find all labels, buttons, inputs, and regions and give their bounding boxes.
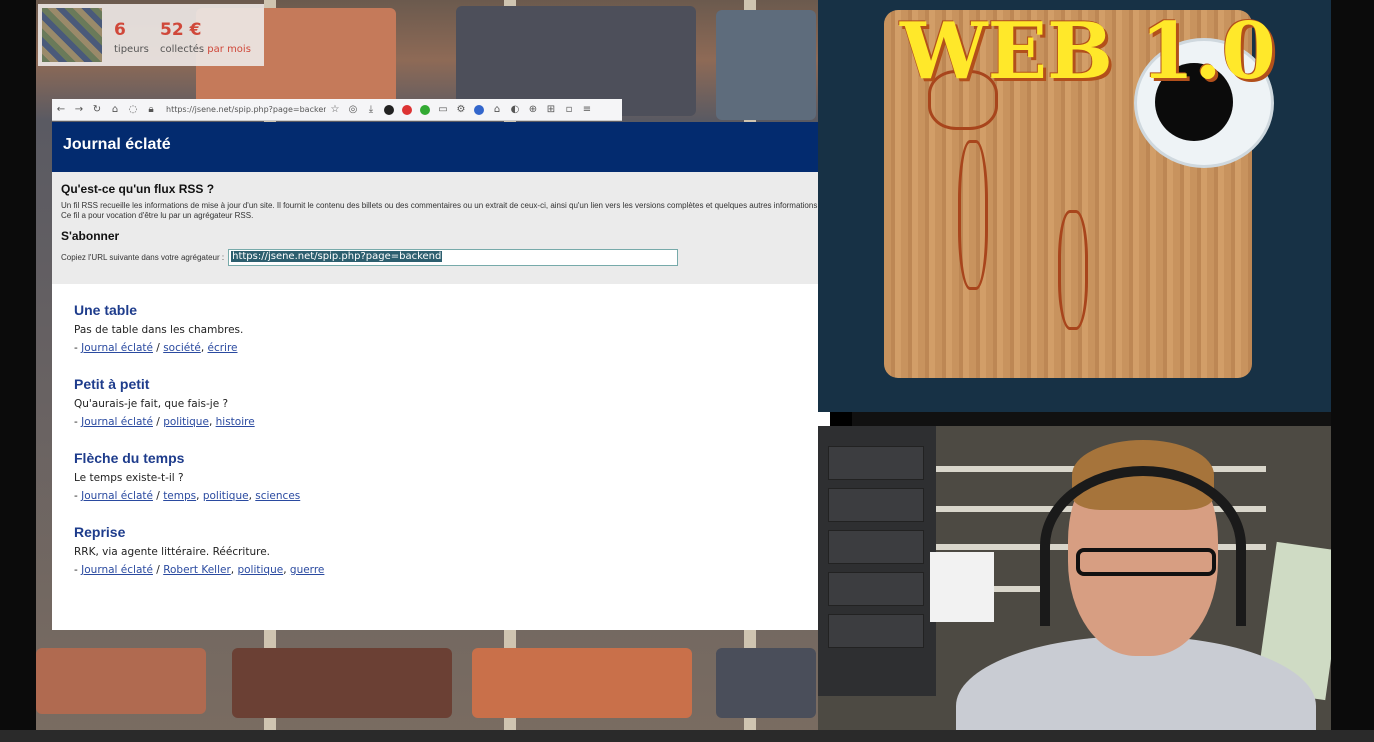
browser-toolbar: ← → ↻ ⌂ ◌ 🔒︎ https://jsene.net/spip.php?…: [52, 99, 622, 121]
tag-link[interactable]: Robert Keller: [163, 564, 231, 576]
article-description: Le temps existe-t-il ?: [74, 472, 184, 484]
rss-description: Un fil RSS recueille les informations de…: [61, 201, 820, 220]
settings-icon[interactable]: ⚙: [454, 104, 468, 115]
ublock-icon[interactable]: [402, 104, 412, 115]
home-icon[interactable]: ⌂: [108, 104, 122, 115]
tag-link[interactable]: politique: [203, 490, 249, 502]
site-header: Journal éclaté: [52, 122, 830, 172]
tag-link[interactable]: politique: [237, 564, 283, 576]
article-list: Une table Pas de table dans les chambres…: [52, 284, 830, 576]
right-letterbox: [1331, 0, 1374, 742]
download-icon[interactable]: ⤓: [364, 104, 378, 115]
webcam-feed: [818, 426, 1331, 730]
glasses: [1076, 548, 1216, 576]
left-letterbox: [0, 0, 36, 742]
twig-decoration: [1058, 210, 1088, 330]
lock-icon[interactable]: 🔒︎: [144, 104, 158, 115]
extension-icon[interactable]: [384, 104, 394, 115]
tag-link[interactable]: sciences: [255, 490, 300, 502]
subscribe-row: Copiez l'URL suivante dans votre agrégat…: [61, 249, 821, 266]
back-icon[interactable]: ←: [54, 104, 68, 115]
reload-icon[interactable]: ↻: [90, 104, 104, 115]
extension-icon[interactable]: [420, 104, 430, 115]
extension-icon[interactable]: ⊕: [526, 104, 540, 115]
subscribe-label: Copiez l'URL suivante dans votre agrégat…: [61, 253, 225, 262]
feed-url-selection: https://jsene.net/spip.php?page=backend: [231, 251, 443, 262]
article-item: Petit à petit Qu'aurais-je fait, que fai…: [74, 376, 830, 428]
article-title[interactable]: Une table: [74, 302, 830, 318]
subscribe-heading: S'abonner: [61, 229, 120, 243]
url-bar[interactable]: https://jsene.net/spip.php?page=backend: [166, 105, 326, 114]
tag-link[interactable]: guerre: [290, 564, 324, 576]
overlay-title: WEB 1.0: [900, 6, 1276, 97]
article-tags: - Journal éclaté / politique, histoire: [74, 416, 255, 428]
feed-url-input[interactable]: https://jsene.net/spip.php?page=backend: [228, 249, 679, 266]
shield-icon[interactable]: ◌: [126, 104, 140, 115]
tippers-label: tipeurs: [114, 44, 149, 55]
extension-icon[interactable]: ◐: [508, 104, 522, 115]
section-link[interactable]: Journal éclaté: [81, 342, 153, 354]
donation-amount: 52 €: [160, 20, 202, 40]
article-description: RRK, via agente littéraire. Réécriture.: [74, 546, 271, 558]
donation-widget: 6 tipeurs 52 € collectés par mois: [38, 4, 264, 66]
tippers-count: 6: [114, 20, 126, 40]
article-tags: - Journal éclaté / Robert Keller, politi…: [74, 564, 325, 576]
twig-decoration: [958, 140, 988, 290]
article-item: Flèche du temps Le temps existe-t-il ? -…: [74, 450, 830, 502]
bookmark-star-icon[interactable]: ☆: [328, 104, 342, 115]
collected-label: collectés par mois: [160, 44, 251, 55]
forward-icon[interactable]: →: [72, 104, 86, 115]
extension-icon[interactable]: [474, 104, 484, 115]
menu-icon[interactable]: ≡: [580, 104, 594, 115]
tag-link[interactable]: histoire: [216, 416, 255, 428]
tag-link[interactable]: politique: [163, 416, 209, 428]
article-title[interactable]: Reprise: [74, 524, 830, 540]
article-tags: - Journal éclaté / société, écrire: [74, 342, 238, 354]
donation-thumbnail: [42, 8, 102, 62]
section-link[interactable]: Journal éclaté: [81, 416, 153, 428]
extension-icon[interactable]: ⊞: [544, 104, 558, 115]
section-link[interactable]: Journal éclaté: [81, 564, 153, 576]
headphones: [1040, 466, 1246, 626]
section-link[interactable]: Journal éclaté: [81, 490, 153, 502]
browser-page: Journal éclaté Qu'est-ce qu'un flux RSS …: [52, 122, 852, 630]
extension-icon[interactable]: ▫: [562, 104, 576, 115]
rss-heading: Qu'est-ce qu'un flux RSS ?: [61, 182, 215, 196]
screenshot-icon[interactable]: ▭: [436, 104, 450, 115]
article-tags: - Journal éclaté / temps, politique, sci…: [74, 490, 301, 502]
rss-info-box: Qu'est-ce qu'un flux RSS ? Un fil RSS re…: [52, 172, 830, 284]
extension-icon[interactable]: ⌂: [490, 104, 504, 115]
pocket-icon[interactable]: ◎: [346, 104, 360, 115]
site-title[interactable]: Journal éclaté: [63, 136, 171, 153]
article-item: Reprise RRK, via agente littéraire. Rééc…: [74, 524, 830, 576]
per-month-label: par mois: [207, 44, 251, 55]
article-title[interactable]: Petit à petit: [74, 376, 830, 392]
tag-link[interactable]: écrire: [208, 342, 238, 354]
tag-link[interactable]: temps: [163, 490, 196, 502]
tag-link[interactable]: société: [163, 342, 201, 354]
article-description: Qu'aurais-je fait, que fais-je ?: [74, 398, 229, 410]
article-item: Une table Pas de table dans les chambres…: [74, 302, 830, 354]
bottom-letterbox: [0, 730, 1374, 742]
article-title[interactable]: Flèche du temps: [74, 450, 830, 466]
article-description: Pas de table dans les chambres.: [74, 324, 244, 336]
filing-cabinet: [818, 426, 936, 696]
